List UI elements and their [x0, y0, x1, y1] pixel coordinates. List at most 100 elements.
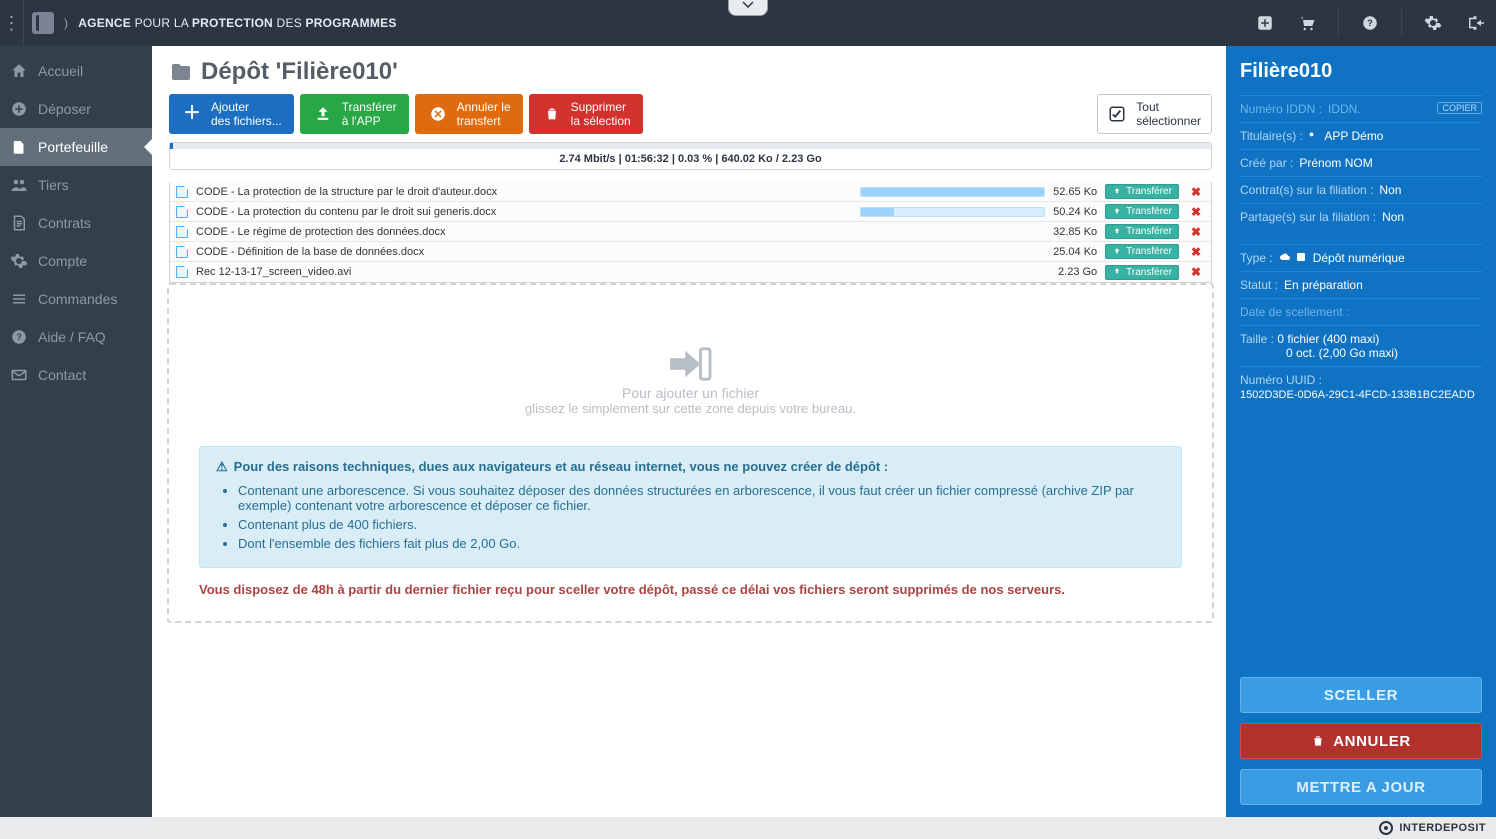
sidebar-item-commandes[interactable]: Commandes [0, 280, 152, 318]
details-panel: Filière010 Numéro IDDN : IDDN. COPIER Ti… [1226, 46, 1496, 817]
action-bar: ＋Ajouterdes fichiers... Transférerà l'AP… [169, 94, 1212, 134]
check-icon [1108, 105, 1126, 123]
copy-button[interactable]: COPIER [1437, 102, 1482, 114]
alert-box: ⚠ Pour des raisons techniques, dues aux … [199, 446, 1182, 568]
titulaire-value: APP Démo [1324, 129, 1383, 143]
file-transfer-button[interactable]: Transférer [1105, 204, 1179, 219]
file-transfer-button[interactable]: Transférer [1105, 265, 1179, 280]
file-transfer-button[interactable]: Transférer [1105, 184, 1179, 199]
trash-icon [1311, 734, 1325, 748]
cart-icon[interactable] [1294, 10, 1320, 36]
app-body: Accueil Déposer Portefeuille Tiers Contr… [0, 46, 1496, 817]
alert-bullet: Contenant plus de 400 fichiers. [238, 517, 1165, 532]
sidebar-item-contact[interactable]: Contact [0, 356, 152, 394]
file-name: CODE - Définition de la base de données.… [196, 246, 1045, 258]
type-value: Dépôt numérique [1313, 251, 1405, 265]
file-remove-button[interactable]: ✖ [1187, 185, 1205, 199]
footer: INTERDEPOSIT [0, 817, 1496, 839]
footer-logo-icon [1379, 821, 1393, 835]
file-icon [176, 246, 188, 258]
sidebar-item-label: Tiers [38, 177, 69, 193]
file-row[interactable]: CODE - Le régime de protection des donné… [170, 222, 1211, 242]
help-icon[interactable]: ? [1357, 10, 1383, 36]
file-remove-button[interactable]: ✖ [1187, 225, 1205, 239]
sidebar-item-label: Accueil [38, 63, 83, 79]
dropzone-line2: glissez le simplement sur cette zone dep… [525, 401, 856, 416]
pulldown-handle-icon[interactable] [728, 0, 768, 16]
uuid-label: Numéro UUID : [1240, 373, 1322, 387]
progress-label: 2.74 Mbit/s | 01:56:32 | 0.03 % | 640.02… [170, 149, 1211, 169]
cancel-button[interactable]: ANNULER [1240, 723, 1482, 759]
file-row[interactable]: Rec 12-13-17_screen_video.avi 2.23 Go Tr… [170, 262, 1211, 282]
seal-button[interactable]: SCELLER [1240, 677, 1482, 713]
taille-value-2: 0 oct. (2,00 Go maxi) [1240, 346, 1398, 360]
select-all-button[interactable]: Toutsélectionner [1097, 94, 1212, 134]
add-files-button[interactable]: ＋Ajouterdes fichiers... [169, 94, 294, 134]
contrat-label: Contrat(s) sur la filiation : [1240, 183, 1373, 197]
file-row[interactable]: CODE - Définition de la base de données.… [170, 242, 1211, 262]
sidebar-item-accueil[interactable]: Accueil [0, 52, 152, 90]
bullet-icon: ● [1309, 129, 1314, 139]
file-remove-button[interactable]: ✖ [1187, 265, 1205, 279]
file-name: CODE - La protection de la structure par… [196, 186, 852, 198]
sidebar-item-deposer[interactable]: Déposer [0, 90, 152, 128]
file-row[interactable]: CODE - La protection du contenu par le d… [170, 202, 1211, 222]
brand-logo-icon [32, 12, 54, 34]
file-size: 2.23 Go [1058, 266, 1097, 278]
scellement-label: Date de scellement : [1240, 305, 1349, 319]
file-remove-button[interactable]: ✖ [1187, 205, 1205, 219]
deadline-warning: Vous disposez de 48h à partir du dernier… [199, 582, 1182, 597]
gear-icon[interactable] [1420, 10, 1446, 36]
file-row[interactable]: CODE - La protection de la structure par… [170, 182, 1211, 202]
file-icon [176, 186, 188, 198]
details-title: Filière010 [1240, 60, 1482, 83]
cree-value: Prénom NOM [1299, 156, 1372, 170]
sidebar-item-aide[interactable]: ?Aide / FAQ [0, 318, 152, 356]
cancel-transfer-button[interactable]: Annuler letransfert [415, 94, 523, 134]
dropzone[interactable]: Pour ajouter un fichier glissez le simpl… [167, 283, 1214, 623]
delete-selection-button[interactable]: Supprimerla sélection [529, 94, 643, 134]
file-name: Rec 12-13-17_screen_video.avi [196, 266, 1050, 278]
sidebar-item-contrats[interactable]: Contrats [0, 204, 152, 242]
statut-value: En préparation [1284, 278, 1363, 292]
topbar-separator [1401, 9, 1402, 37]
sidebar-item-label: Compte [38, 253, 87, 269]
taille-label: Taille : [1240, 332, 1274, 346]
sidebar-item-label: Contact [38, 367, 86, 383]
page-title: Dépôt 'Filière010' [169, 58, 1212, 86]
contrat-value: Non [1379, 183, 1401, 197]
main: Dépôt 'Filière010' ＋Ajouterdes fichiers.… [152, 46, 1496, 817]
iddn-value: IDDN. [1328, 102, 1361, 116]
sidebar-item-portefeuille[interactable]: Portefeuille [0, 128, 152, 166]
type-icons [1279, 251, 1307, 263]
sidebar-collapse-icon[interactable]: ⋮ [0, 0, 24, 46]
type-label: Type : [1240, 251, 1273, 265]
sidebar-item-tiers[interactable]: Tiers [0, 166, 152, 204]
sidebar-item-label: Contrats [38, 215, 91, 231]
statut-label: Statut : [1240, 278, 1278, 292]
file-row-progress [860, 207, 1045, 217]
file-size: 52.65 Ko [1053, 186, 1097, 198]
progress-bar: 2.74 Mbit/s | 01:56:32 | 0.03 % | 640.02… [169, 142, 1212, 170]
add-icon[interactable] [1252, 10, 1278, 36]
alert-header: Pour des raisons techniques, dues aux na… [234, 459, 889, 474]
topbar: ⋮ ) AGENCE POUR LA PROTECTION DES PROGRA… [0, 0, 1496, 46]
sidebar: Accueil Déposer Portefeuille Tiers Contr… [0, 46, 152, 817]
update-button[interactable]: METTRE A JOUR [1240, 769, 1482, 805]
file-transfer-button[interactable]: Transférer [1105, 224, 1179, 239]
file-icon [176, 206, 188, 218]
brand[interactable]: ) AGENCE POUR LA PROTECTION DES PROGRAMM… [32, 12, 397, 34]
sidebar-item-compte[interactable]: Compte [0, 242, 152, 280]
titulaire-label: Titulaire(s) : [1240, 129, 1303, 143]
file-size: 32.85 Ko [1053, 226, 1097, 238]
cancel-icon [427, 103, 449, 125]
cloud-icon [1279, 251, 1291, 263]
file-remove-button[interactable]: ✖ [1187, 245, 1205, 259]
details-actions: SCELLER ANNULER METTRE A JOUR [1240, 677, 1482, 805]
file-transfer-button[interactable]: Transférer [1105, 244, 1179, 259]
content: Dépôt 'Filière010' ＋Ajouterdes fichiers.… [152, 46, 1226, 817]
logout-icon[interactable] [1462, 10, 1488, 36]
upload-icon [312, 103, 334, 125]
file-name: CODE - La protection du contenu par le d… [196, 206, 852, 218]
transfer-button[interactable]: Transférerà l'APP [300, 94, 409, 134]
